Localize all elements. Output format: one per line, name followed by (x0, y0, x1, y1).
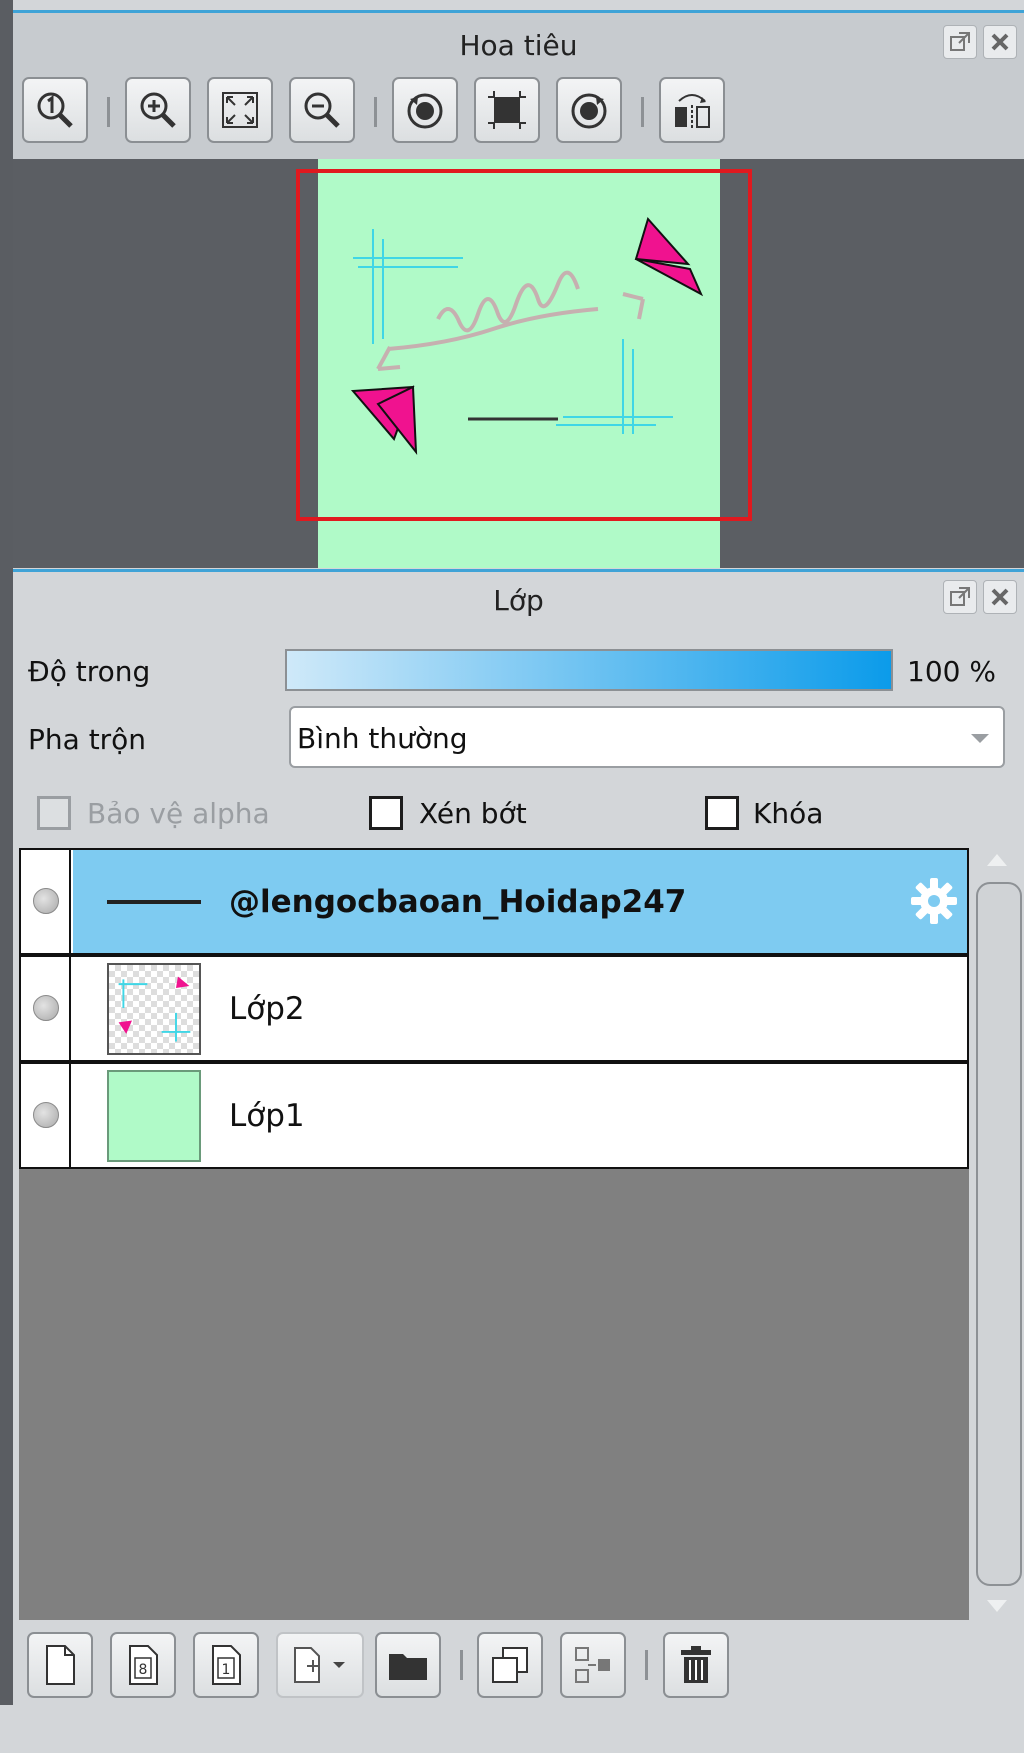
left-edge-strip (0, 0, 13, 1705)
new-folder-icon (389, 1654, 427, 1680)
zoom-out-button[interactable] (289, 77, 355, 143)
layer-close-button[interactable] (983, 580, 1017, 614)
merge-down-icon (575, 1647, 610, 1683)
visibility-dot-icon (33, 995, 59, 1021)
rotate-right-button[interactable] (556, 77, 622, 143)
visibility-dot-icon (33, 888, 59, 914)
clipping-checkbox[interactable] (369, 796, 403, 830)
layer2-thumbnail-art (118, 976, 191, 1042)
duplicate-layer-button[interactable] (477, 1632, 543, 1698)
float-window-icon (950, 32, 970, 51)
blend-mode-select[interactable]: Bình thường (289, 706, 1005, 768)
delete-layer-button[interactable] (663, 1632, 729, 1698)
new-8bit-layer-icon: 8 (129, 1645, 158, 1685)
layer-thumbnail (107, 963, 201, 1055)
toolbar-separator (645, 1650, 648, 1680)
layer-panel-title: Lớp (493, 584, 544, 617)
zoom-out-icon (304, 92, 340, 128)
layer-float-button[interactable] (943, 580, 977, 614)
new-1bit-layer-button[interactable]: 1 (193, 1632, 259, 1698)
opacity-label: Độ trong (28, 655, 151, 688)
new-layer-icon (46, 1645, 75, 1685)
merge-down-button[interactable] (560, 1632, 626, 1698)
zoom-in-icon (140, 92, 176, 128)
navigator-title: Hoa tiêu (459, 29, 578, 62)
rotate-left-icon (407, 93, 443, 129)
fit-screen-icon (222, 92, 258, 128)
layer-list-scrollbar[interactable] (971, 848, 1022, 1620)
text-layer-thumbnail (107, 900, 201, 904)
protect-alpha-checkbox[interactable] (37, 796, 71, 830)
navigator-panel: Hoa tiêu (13, 10, 1024, 568)
rotate-right-icon (571, 93, 607, 129)
close-icon (991, 33, 1009, 51)
new-layer-button[interactable] (27, 1632, 93, 1698)
layer-settings-gear-icon[interactable] (909, 876, 959, 926)
layer-name: @lengocbaoan_Hoidap247 (229, 884, 687, 920)
flip-horizontal-icon (675, 94, 710, 129)
scroll-down-arrow-icon[interactable] (987, 1600, 1007, 1612)
svg-text:1: 1 (222, 1662, 231, 1678)
toolbar-separator (460, 1650, 463, 1680)
reset-rotation-icon (488, 91, 526, 129)
visibility-toggle[interactable] (21, 957, 71, 1060)
blend-mode-label: Pha trộn (28, 723, 147, 756)
toolbar-separator (107, 97, 110, 127)
svg-text:8: 8 (139, 1662, 148, 1678)
fit-screen-button[interactable] (207, 77, 273, 143)
layer-row[interactable]: @lengocbaoan_Hoidap247 (19, 848, 969, 955)
opacity-slider[interactable] (285, 649, 893, 691)
layer-bottom-toolbar: 8 1 (13, 1620, 1024, 1708)
duplicate-layer-icon (492, 1647, 528, 1683)
layer-row[interactable]: Lớp2 (19, 955, 969, 1062)
lock-label: Khóa (753, 797, 824, 830)
view-area-frame[interactable] (296, 169, 752, 521)
scroll-up-arrow-icon[interactable] (987, 854, 1007, 866)
reset-rotation-button[interactable] (474, 77, 540, 143)
rotate-left-button[interactable] (392, 77, 458, 143)
visibility-dot-icon (33, 1102, 59, 1128)
add-layer-menu-button[interactable] (276, 1632, 364, 1698)
zoom-actual-size-icon (37, 92, 73, 128)
navigator-close-button[interactable] (983, 25, 1017, 59)
visibility-toggle[interactable] (21, 850, 71, 953)
chevron-down-icon (971, 734, 989, 743)
layer-name: Lớp2 (229, 991, 305, 1027)
blend-mode-value: Bình thường (297, 722, 468, 755)
add-layer-menu-icon (294, 1647, 345, 1683)
layer-name: Lớp1 (229, 1098, 305, 1134)
toolbar-separator (374, 97, 377, 127)
close-icon (991, 588, 1009, 606)
delete-layer-icon (681, 1646, 711, 1683)
navigator-float-button[interactable] (943, 25, 977, 59)
flip-horizontal-button[interactable] (659, 77, 725, 143)
opacity-value: 100 % (907, 655, 996, 688)
toolbar-separator (641, 97, 644, 127)
scrollbar-thumb[interactable] (976, 882, 1022, 1586)
visibility-toggle[interactable] (21, 1064, 71, 1167)
float-window-icon (950, 587, 970, 606)
zoom-in-button[interactable] (125, 77, 191, 143)
left-edge-gap (0, 1705, 13, 1753)
layer-panel: Lớp Độ trong 100 % Pha trộn Bình thường … (13, 569, 1024, 1708)
zoom-actual-size-button[interactable] (22, 77, 88, 143)
new-folder-button[interactable] (375, 1632, 441, 1698)
clipping-label: Xén bớt (419, 797, 527, 830)
lock-checkbox[interactable] (705, 796, 739, 830)
protect-alpha-label: Bảo vệ alpha (87, 797, 270, 830)
navigator-preview[interactable] (13, 159, 1024, 568)
layer-list: @lengocbaoan_Hoidap247 Lớp2 Lớp1 (19, 848, 969, 1620)
new-8bit-layer-button[interactable]: 8 (110, 1632, 176, 1698)
new-1bit-layer-icon: 1 (212, 1645, 241, 1685)
layer-thumbnail (107, 1070, 201, 1162)
layer-row[interactable]: Lớp1 (19, 1062, 969, 1169)
